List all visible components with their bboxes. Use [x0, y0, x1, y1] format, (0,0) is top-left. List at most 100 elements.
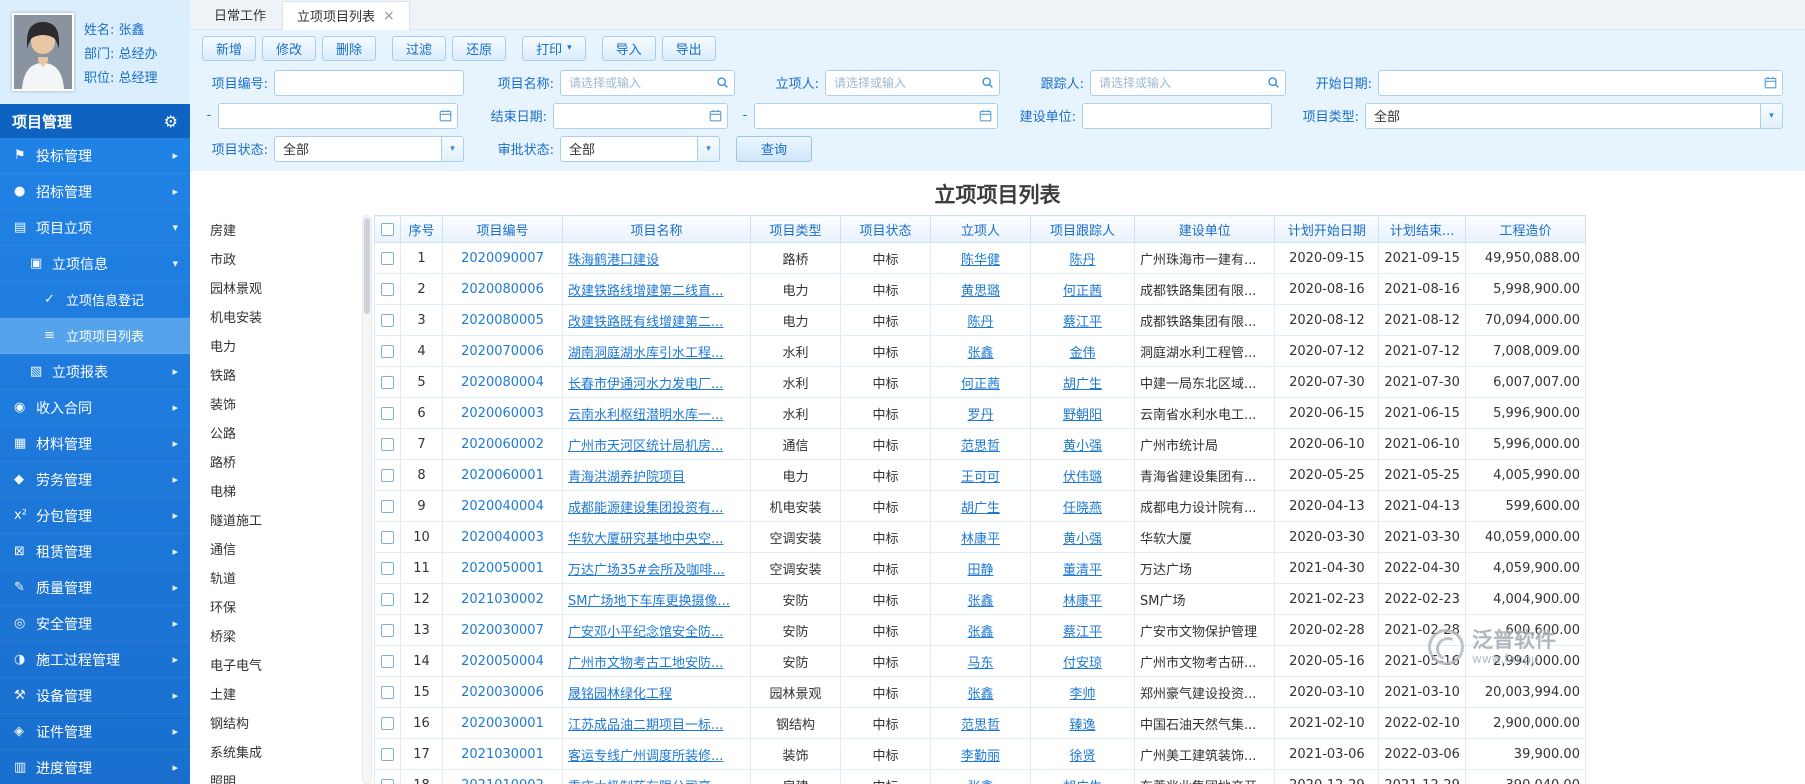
sidebar-item-bidding-mgmt[interactable]: ⚑ 投标管理 ▸	[0, 138, 190, 174]
cell-name[interactable]: 重庆太极制药有限公司毫...	[562, 769, 751, 784]
cell-code[interactable]: 2020030006	[442, 676, 563, 708]
cell-code[interactable]: 2020030007	[442, 614, 563, 646]
table-row[interactable]: 11 2020050001 万达广场35#会所及咖啡... 空调安装 中标 田静 董清平 万达…	[374, 552, 1586, 584]
category-item[interactable]: 土建	[194, 679, 360, 708]
table-row[interactable]: 15 2020030006 晟铭园林绿化工程 园林景观 中标 张鑫 李帅 郑州豪气建设投资..…	[374, 676, 1586, 708]
table-row[interactable]: 17 2021030001 客运专线广州调度所装修... 装饰 中标 李勤丽 徐贤 广州美工建…	[374, 738, 1586, 770]
row-checkbox[interactable]	[381, 623, 394, 637]
chevron-down-icon[interactable]: ▾	[697, 136, 719, 161]
calendar-icon[interactable]	[703, 104, 727, 128]
cell-tracker[interactable]: 徐贤	[1030, 738, 1135, 770]
row-checkbox[interactable]	[381, 251, 394, 265]
cell-code[interactable]: 2020080004	[442, 366, 563, 398]
row-checkbox[interactable]	[381, 282, 394, 296]
cell-tracker[interactable]: 伏伟璐	[1030, 459, 1135, 491]
sidebar-item-progress-mgmt[interactable]: ▥ 进度管理 ▸	[0, 750, 190, 784]
sidebar-item-project-initiation[interactable]: ▤ 项目立项 ▾	[0, 210, 190, 246]
cell-name[interactable]: 改建铁路既有线增建第二...	[562, 304, 751, 336]
cell-code[interactable]: 2020040003	[442, 521, 563, 553]
row-checkbox[interactable]	[381, 592, 394, 606]
tab-daily-work[interactable]: 日常工作	[200, 0, 280, 29]
print-button[interactable]: 打印 ▾	[522, 35, 586, 61]
cell-code[interactable]: 2020060001	[442, 459, 563, 491]
table-row[interactable]: 3 2020080005 改建铁路既有线增建第二... 电力 中标 陈丹 蔡江平 成都铁路集团…	[374, 304, 1586, 336]
cell-code[interactable]: 2021030002	[442, 583, 563, 615]
cell-sponsor[interactable]: 张鑫	[930, 335, 1031, 367]
cell-code[interactable]: 2020030001	[442, 707, 563, 739]
category-item[interactable]: 轨道	[194, 563, 360, 592]
category-item[interactable]: 市政	[194, 244, 360, 273]
cell-sponsor[interactable]: 王可可	[930, 459, 1031, 491]
cell-code[interactable]: 2020050004	[442, 645, 563, 677]
table-row[interactable]: 7 2020060002 广州市天河区统计局机房... 通信 中标 范思哲 黄小强 广州市统计…	[374, 428, 1586, 460]
category-item[interactable]: 房建	[194, 215, 360, 244]
table-row[interactable]: 12 2021030002 SM广场地下车库更换摄像... 安防 中标 张鑫 林康平 SM广场…	[374, 583, 1586, 615]
cell-name[interactable]: 晟铭园林绿化工程	[562, 676, 751, 708]
sidebar-item-tender-mgmt[interactable]: ● 招标管理 ▸	[0, 174, 190, 210]
sidebar-item-initiation-info-register[interactable]: ✓ 立项信息登记	[0, 282, 190, 318]
cell-sponsor[interactable]: 张鑫	[930, 583, 1031, 615]
cell-tracker[interactable]: 任晓燕	[1030, 490, 1135, 522]
edit-button[interactable]: 修改	[262, 35, 317, 61]
cell-code[interactable]: 2020050001	[442, 552, 563, 584]
cell-code[interactable]: 2021010002	[442, 769, 563, 784]
tracker-input[interactable]: 请选择或输入	[1090, 69, 1286, 96]
project-no-input[interactable]	[274, 69, 464, 96]
table-row[interactable]: 13 2020030007 广安邓小平纪念馆安全防... 安防 中标 张鑫 蔡江平 广安市文物…	[374, 614, 1586, 646]
category-item[interactable]: 隧道施工	[194, 505, 360, 534]
table-row[interactable]: 8 2020060001 青海洪湖养护院项目 电力 中标 王可可 伏伟璐 青海省建设集团有..…	[374, 459, 1586, 491]
search-icon[interactable]	[975, 71, 999, 95]
table-row[interactable]: 4 2020070006 湖南洞庭湖水库引水工程... 水利 中标 张鑫 金伟 洞庭湖水利工程…	[374, 335, 1586, 367]
category-item[interactable]: 电子电气	[194, 650, 360, 679]
row-checkbox[interactable]	[381, 437, 394, 451]
sidebar-item-safety-mgmt[interactable]: ◎ 安全管理 ▸	[0, 606, 190, 642]
category-item[interactable]: 照明	[194, 766, 360, 784]
category-item[interactable]: 装饰	[194, 389, 360, 418]
cell-code[interactable]: 2020060002	[442, 428, 563, 460]
start-date-to-input[interactable]	[218, 102, 458, 129]
cell-code[interactable]: 2020040004	[442, 490, 563, 522]
add-button[interactable]: 新增	[202, 35, 257, 61]
restore-button[interactable]: 还原	[452, 35, 507, 61]
row-checkbox[interactable]	[381, 344, 394, 358]
cell-sponsor[interactable]: 马东	[930, 645, 1031, 677]
category-item[interactable]: 电梯	[194, 476, 360, 505]
start-date-from-input[interactable]	[1378, 69, 1783, 96]
sidebar-item-initiation-reports[interactable]: ▧ 立项报表 ▸	[0, 354, 190, 390]
cell-tracker[interactable]: 胡广生	[1030, 769, 1135, 784]
cell-tracker[interactable]: 李帅	[1030, 676, 1135, 708]
cell-code[interactable]: 2020090007	[442, 242, 563, 274]
cell-tracker[interactable]: 黄小强	[1030, 521, 1135, 553]
category-item[interactable]: 电力	[194, 331, 360, 360]
cell-sponsor[interactable]: 何正茜	[930, 366, 1031, 398]
project-name-input[interactable]: 请选择或输入	[560, 69, 735, 96]
end-date-to-input[interactable]	[754, 102, 998, 129]
cell-code[interactable]: 2020080005	[442, 304, 563, 336]
cell-tracker[interactable]: 蔡江平	[1030, 614, 1135, 646]
category-item[interactable]: 桥梁	[194, 621, 360, 650]
cell-tracker[interactable]: 何正茜	[1030, 273, 1135, 305]
cell-tracker[interactable]: 臻逸	[1030, 707, 1135, 739]
cell-sponsor[interactable]: 黄思璐	[930, 273, 1031, 305]
sidebar-item-income-contract[interactable]: ◉ 收入合同 ▸	[0, 390, 190, 426]
tab-initiation-project-list[interactable]: 立项项目列表 ×	[282, 1, 410, 30]
sidebar-item-material-mgmt[interactable]: ▦ 材料管理 ▸	[0, 426, 190, 462]
row-checkbox[interactable]	[381, 778, 394, 784]
search-icon[interactable]	[1261, 71, 1285, 95]
cell-name[interactable]: 云南水利枢纽潜明水库一...	[562, 397, 751, 429]
table-row[interactable]: 1 2020090007 珠海鹤港口建设 路桥 中标 陈华健 陈丹 广州珠海市一建有... 20…	[374, 242, 1586, 274]
cell-name[interactable]: 成都能源建设集团投资有...	[562, 490, 751, 522]
sidebar-item-quality-mgmt[interactable]: ✎ 质量管理 ▸	[0, 570, 190, 606]
cell-sponsor[interactable]: 范思哲	[930, 707, 1031, 739]
cell-tracker[interactable]: 胡广生	[1030, 366, 1135, 398]
category-item[interactable]: 环保	[194, 592, 360, 621]
row-checkbox[interactable]	[381, 716, 394, 730]
chevron-down-icon[interactable]: ▾	[1760, 103, 1782, 128]
cell-tracker[interactable]: 金伟	[1030, 335, 1135, 367]
table-row[interactable]: 2 2020080006 改建铁路线增建第二线直... 电力 中标 黄思璐 何正茜 成都铁路集…	[374, 273, 1586, 305]
status-select[interactable]: 全部 ▾	[274, 135, 464, 162]
filter-button[interactable]: 过滤	[392, 35, 447, 61]
cell-tracker[interactable]: 董清平	[1030, 552, 1135, 584]
cell-name[interactable]: 广安邓小平纪念馆安全防...	[562, 614, 751, 646]
scrollbar-thumb[interactable]	[364, 218, 370, 314]
